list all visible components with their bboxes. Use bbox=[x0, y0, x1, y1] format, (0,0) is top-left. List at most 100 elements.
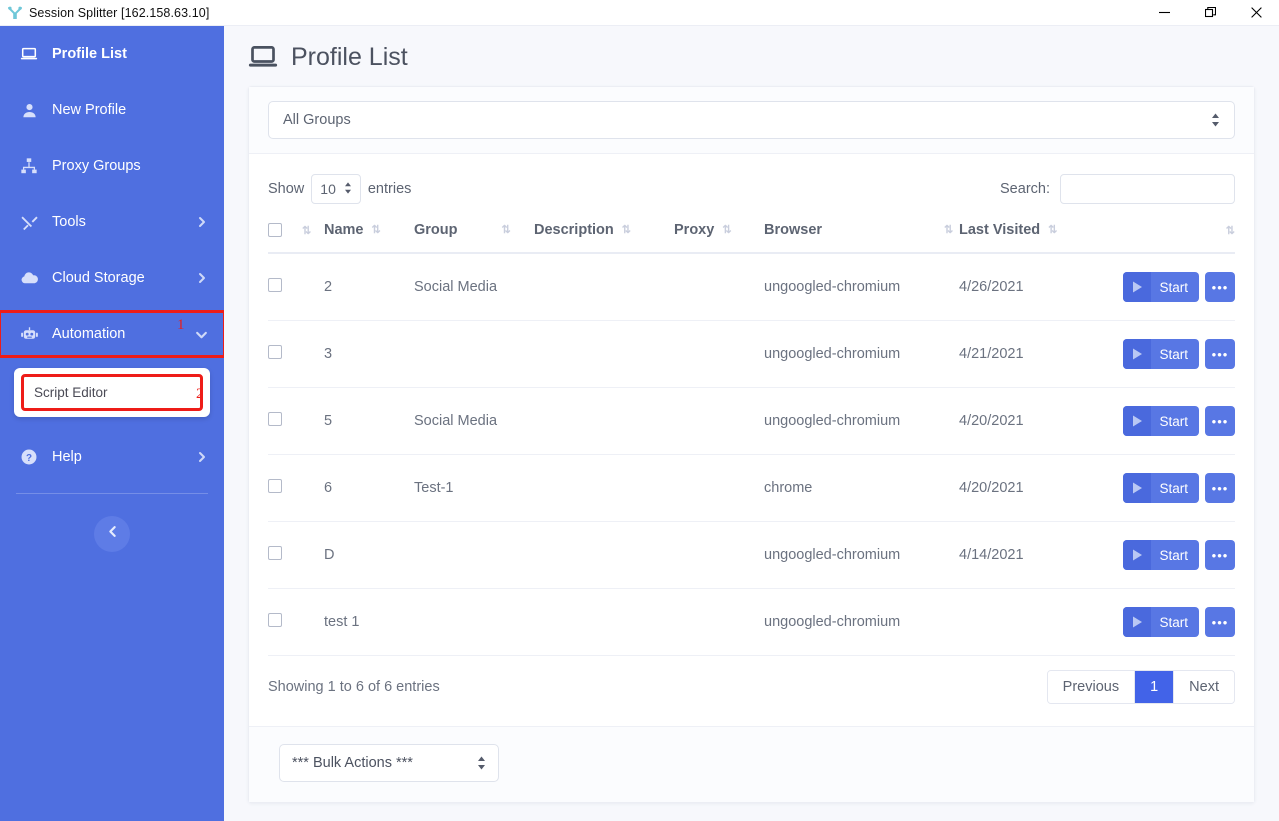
cell-last-visited: 4/20/2021 bbox=[959, 454, 1089, 522]
search-input[interactable] bbox=[1060, 174, 1235, 204]
th-description[interactable]: Description ⇅ bbox=[534, 218, 674, 254]
sidebar-item-help[interactable]: ? Help bbox=[0, 435, 224, 479]
sidebar-item-proxy-groups[interactable]: Proxy Groups bbox=[0, 144, 224, 188]
th-last-visited[interactable]: Last Visited ⇅ bbox=[959, 218, 1089, 254]
row-more-button[interactable]: ••• bbox=[1205, 473, 1235, 503]
user-icon bbox=[18, 102, 40, 119]
group-select[interactable]: All Groups bbox=[268, 101, 1235, 139]
play-icon bbox=[1123, 406, 1152, 436]
sidebar-item-automation[interactable]: Automation bbox=[0, 310, 226, 358]
sort-updown-icon: ⇅ bbox=[944, 223, 954, 236]
page-length-select[interactable]: 10 bbox=[311, 174, 361, 204]
start-button[interactable]: Start bbox=[1123, 272, 1199, 302]
bulk-actions-select[interactable]: *** Bulk Actions *** bbox=[279, 744, 499, 782]
play-icon bbox=[1123, 473, 1152, 503]
cell-last-visited bbox=[959, 588, 1089, 656]
chevron-left-icon bbox=[106, 525, 119, 543]
select-all-checkbox[interactable] bbox=[268, 223, 282, 237]
th-name[interactable]: Name ⇅ bbox=[324, 218, 414, 254]
close-button[interactable] bbox=[1233, 0, 1279, 26]
row-checkbox[interactable] bbox=[268, 278, 282, 292]
row-checkbox-cell bbox=[268, 454, 302, 522]
table-controls: Show 10 entries Search: bbox=[268, 170, 1235, 218]
pagination: Previous 1 Next bbox=[1046, 670, 1235, 704]
pagination-previous[interactable]: Previous bbox=[1047, 671, 1136, 703]
row-more-button[interactable]: ••• bbox=[1205, 607, 1235, 637]
minimize-button[interactable] bbox=[1141, 0, 1187, 26]
row-more-button[interactable]: ••• bbox=[1205, 272, 1235, 302]
start-button[interactable]: Start bbox=[1123, 473, 1199, 503]
cell-proxy bbox=[674, 588, 764, 656]
cell-name: 6 bbox=[324, 454, 414, 522]
row-checkbox[interactable] bbox=[268, 546, 282, 560]
th-proxy-label: Proxy bbox=[674, 222, 715, 238]
cell-group bbox=[414, 521, 534, 589]
cell-name: 3 bbox=[324, 320, 414, 388]
submenu-item-script-editor[interactable]: Script Editor bbox=[21, 374, 203, 411]
sidebar-item-label: Help bbox=[52, 449, 82, 465]
th-group-label: Group bbox=[414, 222, 458, 238]
cell-browser: ungoogled-chromium bbox=[764, 521, 959, 589]
row-checkbox[interactable] bbox=[268, 345, 282, 359]
play-icon bbox=[1123, 540, 1152, 570]
sort-updown-icon: ⇅ bbox=[371, 223, 381, 236]
search-label: Search: bbox=[1000, 181, 1050, 197]
cell-description bbox=[534, 454, 674, 522]
sidebar-collapse-button[interactable] bbox=[94, 516, 130, 552]
sidebar-item-tools[interactable]: Tools bbox=[0, 200, 224, 244]
table-head: ⇅ Name ⇅ Group ⇅ Description ⇅ Proxy ⇅ B… bbox=[268, 218, 1235, 254]
chevron-updown-icon bbox=[1211, 113, 1220, 127]
th-sort-index[interactable]: ⇅ bbox=[302, 218, 324, 254]
cell-group: Social Media bbox=[414, 387, 534, 455]
row-checkbox[interactable] bbox=[268, 613, 282, 627]
table-row[interactable]: test 1 ungoogled-chromium Start ••• bbox=[268, 588, 1235, 656]
row-spacer-cell bbox=[302, 320, 324, 388]
sort-updown-icon: ⇅ bbox=[1225, 225, 1235, 237]
sidebar-divider bbox=[16, 493, 208, 494]
th-last-visited-label: Last Visited bbox=[959, 222, 1041, 238]
cell-description bbox=[534, 588, 674, 656]
sidebar-item-profile-list[interactable]: Profile List bbox=[0, 32, 224, 76]
row-checkbox[interactable] bbox=[268, 412, 282, 426]
th-description-label: Description bbox=[534, 222, 614, 238]
start-button[interactable]: Start bbox=[1123, 406, 1199, 436]
row-more-button[interactable]: ••• bbox=[1205, 540, 1235, 570]
start-button[interactable]: Start bbox=[1123, 339, 1199, 369]
sidebar-item-label: Cloud Storage bbox=[52, 270, 145, 286]
sidebar-item-label: Automation bbox=[52, 326, 126, 342]
cell-actions: Start ••• bbox=[1089, 588, 1235, 656]
sidebar-item-new-profile[interactable]: New Profile bbox=[0, 88, 224, 132]
pagination-next[interactable]: Next bbox=[1174, 671, 1234, 703]
cell-group: Social Media bbox=[414, 253, 534, 321]
sort-updown-icon: ⇅ bbox=[621, 223, 631, 236]
table-row[interactable]: 6 Test-1 chrome 4/20/2021 Start ••• bbox=[268, 454, 1235, 522]
row-more-button[interactable]: ••• bbox=[1205, 406, 1235, 436]
restore-button[interactable] bbox=[1187, 0, 1233, 26]
table-row[interactable]: Dungoogled-chromium 4/14/2021 Start ••• bbox=[268, 521, 1235, 589]
sidebar-item-cloud-storage[interactable]: Cloud Storage bbox=[0, 256, 224, 300]
cell-proxy bbox=[674, 454, 764, 522]
start-button[interactable]: Start bbox=[1123, 540, 1199, 570]
row-action-group: Start ••• bbox=[1123, 272, 1235, 302]
cell-last-visited: 4/26/2021 bbox=[959, 253, 1089, 321]
row-action-group: Start ••• bbox=[1123, 339, 1235, 369]
search-control: Search: bbox=[1000, 174, 1235, 204]
svg-text:?: ? bbox=[26, 453, 32, 464]
table-row[interactable]: 2 Social Media ungoogled-chromium 4/26/2021… bbox=[268, 253, 1235, 321]
table-row[interactable]: 3 ungoogled-chromium 4/21/2021 Start ••• bbox=[268, 320, 1235, 388]
th-actions[interactable]: ⇅ bbox=[1089, 218, 1235, 254]
start-button[interactable]: Start bbox=[1123, 607, 1199, 637]
th-proxy[interactable]: Proxy ⇅ bbox=[674, 218, 764, 254]
row-action-group: Start ••• bbox=[1123, 540, 1235, 570]
th-group[interactable]: Group ⇅ bbox=[414, 218, 534, 254]
pagination-page-1[interactable]: 1 bbox=[1135, 671, 1175, 703]
table-row[interactable]: 5 Social Media ungoogled-chromium 4/20/2021… bbox=[268, 387, 1235, 455]
sort-updown-icon: ⇅ bbox=[1048, 223, 1058, 236]
row-more-button[interactable]: ••• bbox=[1205, 339, 1235, 369]
th-browser[interactable]: Browser ⇅ bbox=[764, 218, 959, 254]
chevron-right-icon bbox=[196, 216, 208, 228]
automation-submenu: Script Editor bbox=[14, 368, 210, 417]
row-checkbox[interactable] bbox=[268, 479, 282, 493]
row-spacer-cell bbox=[302, 387, 324, 455]
main-content: Profile List All Groups Show 10 entries … bbox=[224, 26, 1279, 821]
